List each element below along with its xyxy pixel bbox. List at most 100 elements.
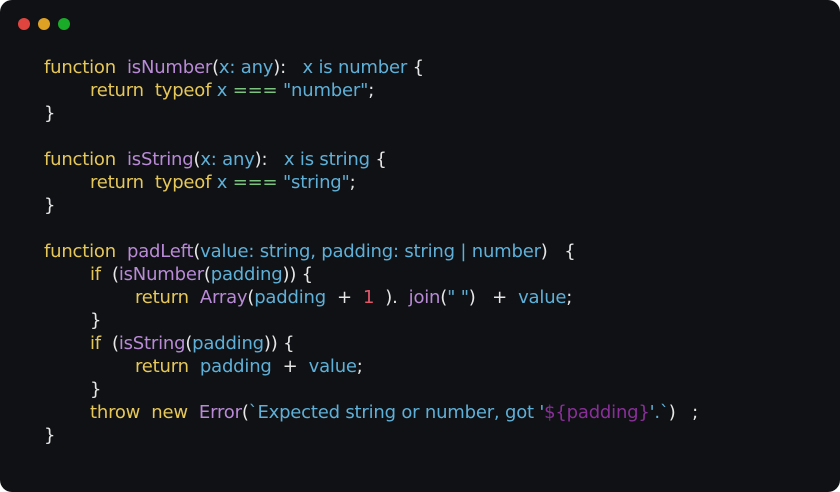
code-line: function isString(x: any): x is string { <box>44 148 824 171</box>
code-token: isNumber <box>118 264 204 285</box>
code-line: } <box>44 424 824 447</box>
code-token: } <box>44 103 56 124</box>
code-token: ; <box>566 287 573 308</box>
code-token: ; <box>356 356 363 377</box>
code-token: ( <box>203 264 211 285</box>
code-token: padLeft <box>126 241 194 262</box>
code-token: value: string, padding: string | number <box>200 241 541 262</box>
code-line: function isNumber(x: any): x is number { <box>44 56 824 79</box>
code-line: return typeof x === "string"; <box>44 171 824 194</box>
code-token: function <box>44 241 116 262</box>
code-token: ( <box>100 264 119 285</box>
code-token: typeof <box>154 80 212 101</box>
code-token: ): <box>273 57 286 78</box>
code-token: { <box>369 149 387 170</box>
code-token: function <box>44 57 116 78</box>
code-token: } <box>44 425 56 446</box>
code-token: Error <box>198 402 242 423</box>
window-titlebar <box>0 0 840 44</box>
code-line: if (isString(padding)) { <box>44 332 824 355</box>
code-token: padding <box>210 264 283 285</box>
code-token: typeof <box>154 172 212 193</box>
code-token: padding <box>254 287 326 308</box>
code-token: === <box>232 80 278 101</box>
code-line: throw new Error(`Expected string or numb… <box>44 401 824 424</box>
code-token: x is number <box>302 57 408 78</box>
code-token: isString <box>126 149 194 170</box>
maximize-window-icon[interactable] <box>58 18 70 30</box>
code-line: return padding + value; <box>44 355 824 378</box>
code-line: function padLeft(value: string, padding:… <box>44 240 824 263</box>
code-token: + <box>271 356 309 377</box>
code-token: Array <box>199 287 248 308</box>
code-window: function isNumber(x: any): x is number {… <box>0 0 840 492</box>
code-token: '.` <box>649 402 669 423</box>
code-token: ( <box>241 402 249 423</box>
code-token: ): <box>254 149 268 170</box>
code-token: padding <box>199 356 272 377</box>
code-token: x <box>216 172 228 193</box>
code-token: ( <box>100 333 119 354</box>
code-token: x <box>216 80 228 101</box>
code-line: } <box>44 102 824 125</box>
code-token: ; <box>368 80 375 101</box>
code-token: `Expected string or number, got ' <box>248 402 545 423</box>
code-line: } <box>44 194 824 217</box>
code-token: )) { <box>282 264 314 285</box>
code-token: ( <box>212 57 219 78</box>
code-token: "number" <box>282 80 369 101</box>
code-line: } <box>44 378 824 401</box>
code-line: if (isNumber(padding)) { <box>44 263 824 286</box>
code-token: padding <box>192 333 264 354</box>
code-token: " " <box>447 287 469 308</box>
code-token: value <box>518 287 567 308</box>
code-token: } <box>44 195 56 216</box>
code-token: isNumber <box>126 57 213 78</box>
code-line: return Array(padding + 1 ). join(" ") + … <box>44 286 824 309</box>
code-token: === <box>232 172 278 193</box>
code-token: if <box>90 333 101 354</box>
code-token: x is string <box>283 149 370 170</box>
code-token: ). <box>374 287 409 308</box>
minimize-window-icon[interactable] <box>38 18 50 30</box>
code-token: ${padding} <box>544 402 650 423</box>
code-line: } <box>44 309 824 332</box>
code-token: "string" <box>282 172 350 193</box>
code-token: } <box>90 310 102 331</box>
code-token: { <box>547 241 576 262</box>
code-token: { <box>407 57 424 78</box>
code-token: return <box>135 287 189 308</box>
code-line: return typeof x === "number"; <box>44 79 824 102</box>
code-token: return <box>90 172 144 193</box>
code-token: + <box>325 287 363 308</box>
code-token: join <box>408 287 441 308</box>
code-token: x: any <box>200 149 255 170</box>
code-token: ; <box>349 172 356 193</box>
code-block: function isNumber(x: any): x is number {… <box>44 56 824 447</box>
code-token: ) + <box>468 287 519 308</box>
code-token: 1 <box>362 287 375 308</box>
code-token: )) { <box>263 333 295 354</box>
code-token: function <box>44 149 116 170</box>
code-token: return <box>90 80 144 101</box>
code-token: throw <box>90 402 141 423</box>
code-token: isString <box>118 333 186 354</box>
close-window-icon[interactable] <box>18 18 30 30</box>
code-token: x: any <box>218 57 274 78</box>
code-token: if <box>90 264 101 285</box>
code-token: ) ; <box>668 402 698 423</box>
code-token: new <box>151 402 188 423</box>
code-token: } <box>90 379 102 400</box>
